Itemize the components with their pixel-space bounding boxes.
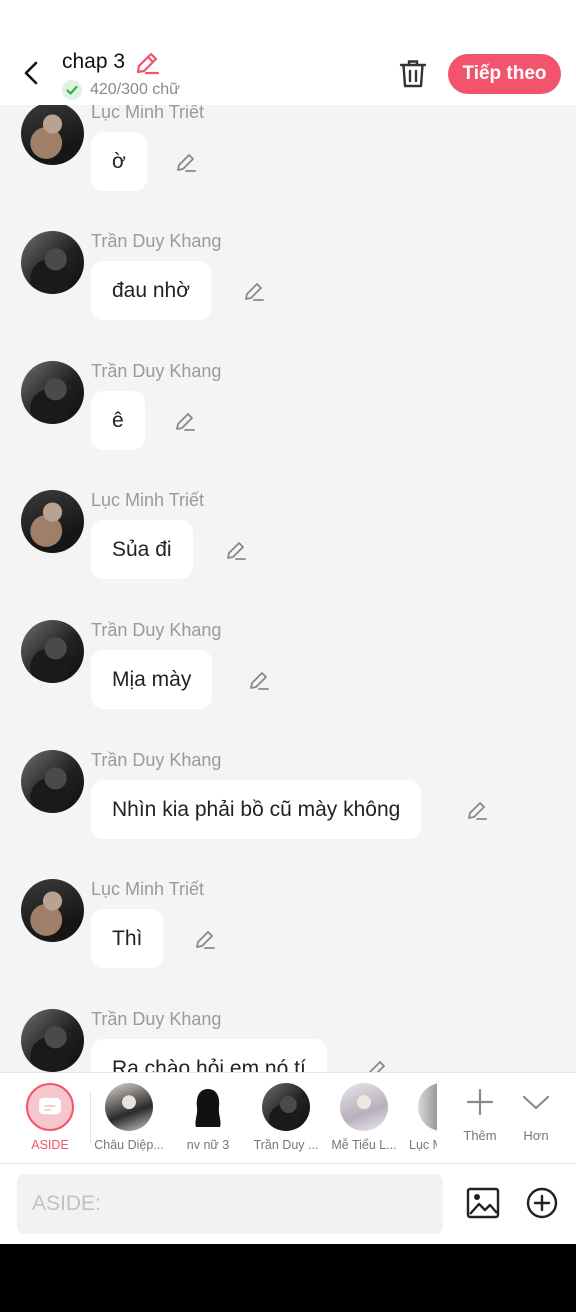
avatar[interactable] [21,879,84,942]
image-icon[interactable] [466,1186,500,1220]
chevron-down-icon [522,1095,550,1110]
word-count: 420/300 chữ [90,81,180,98]
sender-name: Trần Duy Khang [91,231,222,251]
edit-message-icon[interactable] [175,151,197,173]
system-nav-bar [0,1244,576,1312]
message-bubble[interactable]: ê [91,391,145,450]
sender-name: Trần Duy Khang [91,361,222,381]
collapse-button[interactable]: Hơn [496,1083,576,1143]
character-label: Mễ Tiểu L... [331,1138,397,1152]
character-label: Trần Duy ... [253,1138,319,1152]
edit-message-icon[interactable] [225,539,247,561]
message-item: Lục Minh Triết ờ [0,105,576,232]
avatar[interactable] [21,105,84,165]
message-item: Trần Duy Khang Mịa mày [0,620,576,750]
message-item: Lục Minh Triết Sủa đi [0,490,576,620]
message-item: Lục Minh Triết Thì [0,879,576,1009]
collapse-label: Hơn [523,1128,549,1143]
message-item: Trần Duy Khang Nhìn kia phải bồ cũ mày k… [0,750,576,880]
avatar[interactable] [21,620,84,683]
message-item: Trần Duy Khang Ra chào hỏi em nó tí [0,1009,576,1072]
avatar[interactable] [21,490,84,553]
plus-icon [466,1088,494,1116]
message-bubble[interactable]: đau nhờ [91,261,212,320]
sender-name: Lục Minh Triết [91,490,205,510]
message-bubble[interactable]: Nhìn kia phải bồ cũ mày không [91,780,422,839]
edit-message-icon[interactable] [366,1058,388,1072]
header: chap 3 420/300 chữ Tiếp theo [0,0,576,105]
next-button[interactable]: Tiếp theo [448,54,561,94]
sender-name: Trần Duy Khang [91,1009,222,1029]
edit-message-icon[interactable] [248,669,270,691]
character-label: Lục M [409,1138,437,1152]
sender-name: Trần Duy Khang [91,750,222,770]
trash-icon[interactable] [398,58,428,90]
message-bubble[interactable]: Mịa mày [91,650,213,709]
silhouette-icon [195,1089,221,1127]
input-bar [0,1164,576,1244]
avatar[interactable] [21,231,84,294]
add-circle-icon[interactable] [525,1186,559,1220]
back-icon[interactable] [18,58,46,88]
edit-message-icon[interactable] [466,799,488,821]
edit-message-icon[interactable] [194,928,216,950]
character-item[interactable]: Trần Duy ... [246,1083,326,1152]
message-bubble[interactable]: ờ [91,132,147,191]
message-bubble[interactable]: Ra chào hỏi em nó tí [91,1039,327,1072]
character-item[interactable]: Châu Diệp... [89,1083,169,1152]
sender-name: Lục Minh Triết [91,879,205,899]
avatar [184,1083,232,1131]
sender-name: Lục Minh Triết [91,105,205,122]
chat-bubble-icon [39,1097,61,1115]
character-item[interactable]: Mễ Tiểu L... [324,1083,404,1152]
character-bar: ASIDE Châu Diệp... nv nữ 3 Trần Duy ... … [0,1072,576,1164]
message-bubble[interactable]: Thì [91,909,164,968]
aside-avatar [26,1083,74,1131]
character-aside[interactable]: ASIDE [10,1083,90,1152]
edit-title-icon[interactable] [134,50,160,76]
character-label: ASIDE [31,1138,69,1152]
character-item[interactable]: nv nữ 3 [168,1083,248,1152]
avatar [418,1083,437,1131]
edit-message-icon[interactable] [174,410,196,432]
app: chap 3 420/300 chữ Tiếp theo Lục Minh Tr… [0,0,576,1244]
character-item[interactable]: Lục M [403,1083,437,1152]
edit-message-icon[interactable] [243,280,265,302]
avatar[interactable] [21,361,84,424]
avatar [262,1083,310,1131]
character-label: nv nữ 3 [186,1138,230,1152]
chat-list[interactable]: Lục Minh Triết ờ Trần Duy Khang đau nhờ … [0,105,576,1072]
avatar[interactable] [21,750,84,813]
check-icon [62,80,82,100]
message-input[interactable] [17,1174,443,1234]
avatar [105,1083,153,1131]
avatar [340,1083,388,1131]
message-item: Trần Duy Khang ê [0,361,576,491]
chapter-title: chap 3 [62,50,126,73]
message-bubble[interactable]: Sủa đi [91,520,193,579]
sender-name: Trần Duy Khang [91,620,222,640]
message-item: Trần Duy Khang đau nhờ [0,231,576,361]
character-label: Châu Diệp... [94,1138,164,1152]
avatar[interactable] [21,1009,84,1072]
